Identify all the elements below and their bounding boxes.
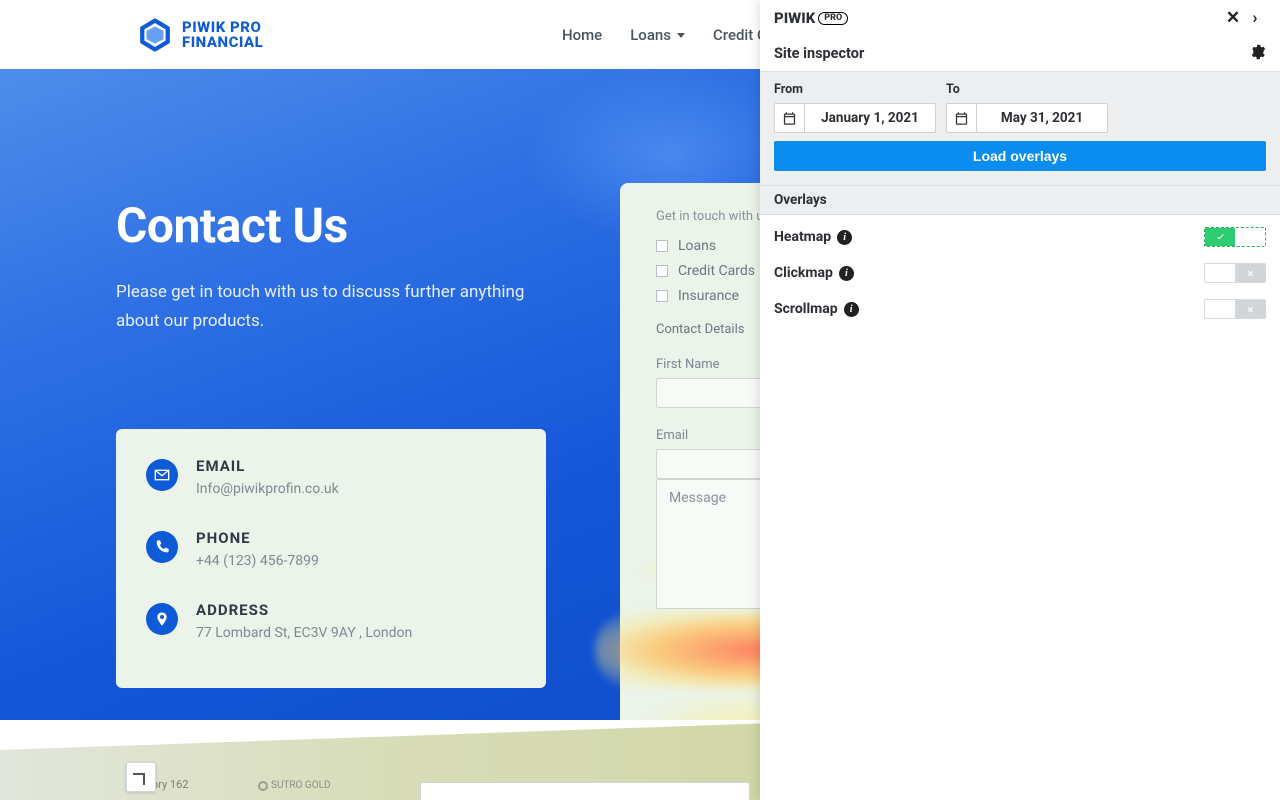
brand-badge: PRO bbox=[818, 12, 848, 25]
date-range-bar: From January 1, 2021 To May 31, 2021 bbox=[760, 71, 1280, 185]
overlays-header: Overlays bbox=[760, 185, 1280, 215]
info-icon[interactable]: i bbox=[839, 266, 854, 281]
logo-mark-icon bbox=[138, 18, 172, 52]
brand-main: PIWIK bbox=[774, 9, 815, 27]
mail-icon bbox=[146, 459, 178, 491]
message-placeholder: Message bbox=[669, 490, 726, 506]
label-loans: Loans bbox=[678, 238, 716, 254]
toggle-heatmap[interactable] bbox=[1204, 227, 1266, 247]
to-date-input[interactable]: May 31, 2021 bbox=[946, 103, 1108, 133]
close-icon[interactable]: ✕ bbox=[1222, 7, 1244, 29]
overlay-name: Clickmap bbox=[774, 265, 833, 281]
gear-icon[interactable] bbox=[1248, 43, 1266, 65]
pin-icon bbox=[146, 603, 178, 635]
x-icon bbox=[1235, 300, 1265, 318]
page-subtitle: Please get in touch with us to discuss f… bbox=[116, 278, 536, 336]
overlay-name: Heatmap bbox=[774, 229, 831, 245]
info-icon[interactable]: i bbox=[844, 302, 859, 317]
panel-top-bar: PIWIK PRO ✕ › bbox=[760, 0, 1280, 36]
overlay-row-clickmap: Clickmap i bbox=[774, 263, 1266, 283]
checkbox-insurance[interactable] bbox=[656, 290, 668, 302]
panel-brand: PIWIK PRO bbox=[774, 9, 848, 27]
from-date-input[interactable]: January 1, 2021 bbox=[774, 103, 936, 133]
to-date-value: May 31, 2021 bbox=[977, 110, 1107, 126]
x-icon bbox=[1235, 264, 1265, 282]
inspector-panel: PIWIK PRO ✕ › Site inspector From Januar… bbox=[760, 0, 1280, 800]
overlay-row-heatmap: Heatmap i bbox=[774, 227, 1266, 247]
toggle-clickmap[interactable] bbox=[1204, 263, 1266, 283]
phone-icon bbox=[146, 531, 178, 563]
calendar-icon bbox=[947, 104, 977, 132]
panel-title: Site inspector bbox=[774, 45, 864, 62]
address-value: 77 Lombard St, EC3V 9AY , London bbox=[196, 625, 412, 641]
info-phone: PHONE +44 (123) 456-7899 bbox=[146, 529, 516, 569]
hero-content: Contact Us Please get in touch with us t… bbox=[116, 197, 546, 336]
info-email: EMAIL Info@piwikprofin.co.uk bbox=[146, 457, 516, 497]
nav-home[interactable]: Home bbox=[562, 26, 602, 44]
calendar-icon bbox=[775, 104, 805, 132]
brand-line2: FINANCIAL bbox=[182, 35, 263, 50]
label-insurance: Insurance bbox=[678, 288, 739, 304]
check-icon bbox=[1205, 228, 1235, 246]
from-date: From January 1, 2021 bbox=[774, 82, 936, 133]
email-value: Info@piwikprofin.co.uk bbox=[196, 481, 339, 497]
info-icon[interactable]: i bbox=[837, 230, 852, 245]
phone-heading: PHONE bbox=[196, 529, 319, 547]
from-label: From bbox=[774, 82, 936, 97]
overlay-list: Heatmap i Clickmap i Scrollmap i bbox=[760, 219, 1280, 327]
overlay-row-scrollmap: Scrollmap i bbox=[774, 299, 1266, 319]
info-address: ADDRESS 77 Lombard St, EC3V 9AY , London bbox=[146, 601, 516, 641]
load-overlays-button[interactable]: Load overlays bbox=[774, 141, 1266, 171]
address-heading: ADDRESS bbox=[196, 601, 412, 619]
checkbox-cc[interactable] bbox=[656, 265, 668, 277]
logo-text: PIWIK PRO FINANCIAL bbox=[182, 20, 263, 50]
map-search-box[interactable] bbox=[420, 782, 750, 800]
email-heading: EMAIL bbox=[196, 457, 339, 475]
to-label: To bbox=[946, 82, 1108, 97]
map-label: SUTRO GOLD bbox=[258, 780, 331, 791]
map-expand-button[interactable] bbox=[126, 762, 156, 792]
contact-info-card: EMAIL Info@piwikprofin.co.uk PHONE +44 (… bbox=[116, 429, 546, 688]
panel-title-bar: Site inspector bbox=[760, 36, 1280, 71]
overlay-name: Scrollmap bbox=[774, 301, 838, 317]
checkbox-loans[interactable] bbox=[656, 240, 668, 252]
site-logo[interactable]: PIWIK PRO FINANCIAL bbox=[138, 18, 263, 52]
label-cc: Credit Cards bbox=[678, 263, 755, 279]
toggle-scrollmap[interactable] bbox=[1204, 299, 1266, 319]
nav-loans[interactable]: Loans bbox=[630, 26, 685, 44]
page-title: Contact Us bbox=[116, 197, 546, 254]
from-date-value: January 1, 2021 bbox=[805, 110, 935, 126]
chevron-right-icon[interactable]: › bbox=[1244, 7, 1266, 29]
to-date: To May 31, 2021 bbox=[946, 82, 1108, 133]
phone-value: +44 (123) 456-7899 bbox=[196, 553, 319, 569]
